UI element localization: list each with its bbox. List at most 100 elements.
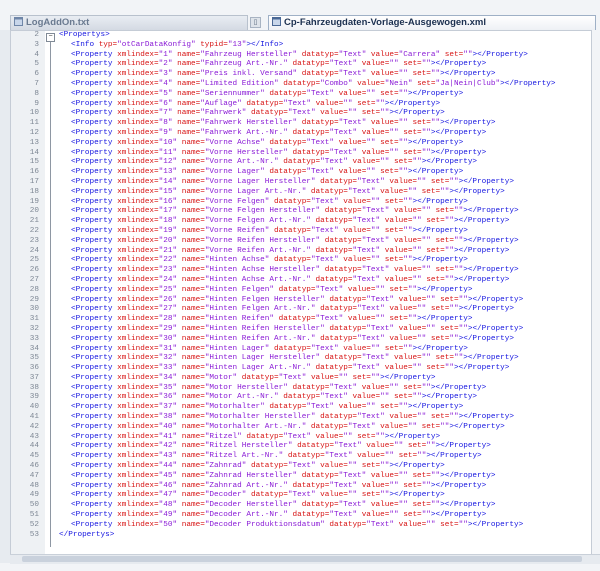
code-line[interactable]: 44 <Property xmlindex="42" name="Ritzel H… [11,442,591,452]
code-line[interactable]: 21 <Property xmlindex="18" name="Vorne Fe… [11,217,591,227]
tab-scroll-button[interactable]: ▯ [250,17,261,28]
xml-tag-token: <Property [71,246,118,255]
xml-attribute-token: set= [389,393,413,402]
code-line[interactable]: 46 <Property xmlindex="44" name="Zahnrad"… [11,462,591,472]
xml-tag-token: ></Property> [430,511,487,520]
xml-attribute-token: name= [177,158,205,167]
xml-attribute-token: value= [338,197,371,206]
xml-tag-token: <Property [71,403,118,412]
xml-value-token: "8" [158,119,173,128]
code-line[interactable]: 52 <Property xmlindex="50" name="Decoder … [11,521,591,531]
xml-attribute-token: value= [352,79,385,88]
line-number: 44 [29,442,39,451]
code-line[interactable]: 11 <Property xmlindex="8" name="Fahrwerk … [11,119,591,129]
code-line[interactable]: 40 <Property xmlindex="37" name="Motorhal… [11,403,591,413]
code-line[interactable]: 3 <Info typ="otCarDataKonfig" typid="13">… [11,41,591,51]
code-line[interactable]: 9 <Property xmlindex="6" name="Auflage" d… [11,100,591,110]
xml-value-token: "Hinten Reifen Art.-Nr." [204,334,316,343]
code-line[interactable]: 16 <Property xmlindex="13" name="Vorne La… [11,168,591,178]
horizontal-scrollbar[interactable] [10,554,600,564]
code-line[interactable]: 35 <Property xmlindex="32" name="Hinten L… [11,354,591,364]
xml-value-token: "Text" [306,89,335,98]
code-line[interactable]: 7 <Property xmlindex="4" name="Limited Ed… [11,80,591,90]
xml-value-token: "Hinten Felgen Hersteller" [204,295,325,304]
xml-value-token: "" [421,60,431,69]
xml-value-token: "47" [158,491,178,500]
code-line[interactable]: 38 <Property xmlindex="35" name="Motor He… [11,384,591,394]
code-line[interactable]: 43 <Property xmlindex="41" name="Ritzel" … [11,433,591,443]
xml-attribute-token: xmlindex= [117,266,159,275]
xml-attribute-token: value= [389,266,422,275]
code-line[interactable]: 42 <Property xmlindex="40" name="Motorhal… [11,423,591,433]
xml-attribute-token: datatyp= [278,393,321,402]
xml-tag-token: ></Property> [467,520,524,529]
code-line[interactable]: 12 <Property xmlindex="9" name="Fahrwerk … [11,129,591,139]
code-line[interactable]: 27 <Property xmlindex="24" name="Hinten A… [11,276,591,286]
code-line[interactable]: 10 <Property xmlindex="7" name="Fahrwerk"… [11,109,591,119]
xml-attribute-token: set= [380,256,404,265]
code-line[interactable]: 48 <Property xmlindex="46" name="Zahnrad … [11,482,591,492]
code-line[interactable]: 39 <Property xmlindex="36" name="Motor Ar… [11,393,591,403]
code-line[interactable]: 15 <Property xmlindex="12" name="Vorne Ar… [11,158,591,168]
code-line[interactable]: 30 <Property xmlindex="27" name="Hinten F… [11,305,591,315]
xml-attribute-token: xmlindex= [117,168,159,177]
code-line[interactable]: 49 <Property xmlindex="47" name="Decoder"… [11,491,591,501]
code-line[interactable]: 33 <Property xmlindex="30" name="Hinten R… [11,335,591,345]
code-line[interactable]: 17 <Property xmlindex="14" name="Vorne La… [11,178,591,188]
line-number: 19 [29,197,39,206]
code-text: <Property xmlindex="24" name="Hinten Ach… [71,276,509,286]
xml-attribute-token: xmlindex= [117,511,159,520]
tab-logaddon[interactable]: LogAddOn.txt [10,15,248,30]
xml-value-token: "Vorne Hersteller" [204,148,288,157]
line-number: 43 [29,432,39,441]
code-line[interactable]: 13 <Property xmlindex="10" name="Vorne Ac… [11,139,591,149]
code-line[interactable]: 25 <Property xmlindex="22" name="Hinten A… [11,256,591,266]
code-line[interactable]: 28 <Property xmlindex="25" name="Hinten F… [11,286,591,296]
code-line[interactable]: 5 <Property xmlindex="2" name="Fahrzeug A… [11,60,591,70]
code-line[interactable]: 19 <Property xmlindex="16" name="Vorne Fe… [11,198,591,208]
code-line[interactable]: 4 <Property xmlindex="1" name="Fahrzeug H… [11,51,591,61]
xml-attribute-token: name= [177,354,205,363]
scrollbar-thumb[interactable] [22,556,582,562]
code-line[interactable]: 8 <Property xmlindex="5" name="Seriennumm… [11,90,591,100]
code-line[interactable]: 24 <Property xmlindex="21" name="Vorne Re… [11,247,591,257]
xml-value-token: "Text" [357,413,385,422]
xml-tag-token: ></Property> [389,462,445,471]
code-line[interactable]: 6 <Property xmlindex="3" name="Preis inkl… [11,70,591,80]
line-number: 50 [29,501,39,510]
code-line[interactable]: 31 <Property xmlindex="28" name="Hinten R… [11,315,591,325]
code-line[interactable]: 32 <Property xmlindex="29" name="Hinten R… [11,325,591,335]
code-line[interactable]: 41 <Property xmlindex="38" name="Motorhal… [11,413,591,423]
xml-value-token: "" [407,187,418,196]
xml-attribute-token: xmlindex= [117,256,159,265]
code-line[interactable]: 53 </Propertys> [11,531,591,541]
xml-tag-token: <Property [71,315,118,324]
code-line[interactable]: 2 <Propertys> [11,31,591,41]
xml-value-token: "13" [158,168,178,177]
xml-tag-token: <Property [71,217,118,226]
code-line[interactable]: 23 <Property xmlindex="20" name="Vorne Re… [11,237,591,247]
code-line[interactable]: 22 <Property xmlindex="19" name="Vorne Re… [11,227,591,237]
code-line[interactable]: 37 <Property xmlindex="34" name="Motor" d… [11,374,591,384]
xml-value-token: "5" [158,89,173,98]
code-line[interactable]: 36 <Property xmlindex="33" name="Hinten L… [11,364,591,374]
code-line[interactable]: 45 <Property xmlindex="43" name="Ritzel A… [11,452,591,462]
code-line[interactable]: 29 <Property xmlindex="26" name="Hinten F… [11,296,591,306]
code-text: <Property xmlindex="45" name="Zahnrad He… [71,472,496,482]
code-line[interactable]: 20 <Property xmlindex="17" name="Vorne Fe… [11,207,591,217]
code-editor[interactable]: − 2 <Propertys> 3 <Info typ="otCarDataKonfi… [10,30,592,556]
code-line[interactable]: 26 <Property xmlindex="23" name="Hinten A… [11,266,591,276]
code-text: <Property xmlindex="20" name="Vorne Reif… [71,237,519,247]
code-line[interactable]: 18 <Property xmlindex="15" name="Vorne La… [11,188,591,198]
tab-cp-fahrzeugdaten[interactable]: Cp-Fahrzeugdaten-Vorlage-Ausgewogen.xml [268,15,596,30]
xml-tag-token: <Property [71,89,118,98]
line-number: 7 [34,79,39,88]
code-line[interactable]: 50 <Property xmlindex="48" name="Decoder … [11,501,591,511]
code-line[interactable]: 51 <Property xmlindex="49" name="Decoder … [11,511,591,521]
xml-value-token: "Vorne Art.-Nr." [204,158,279,167]
xml-value-token: "Vorne Achse" [204,138,265,147]
code-line[interactable]: 14 <Property xmlindex="11" name="Vorne He… [11,149,591,159]
line-number: 2 [34,31,39,39]
code-line[interactable]: 47 <Property xmlindex="45" name="Zahnrad … [11,472,591,482]
code-line[interactable]: 34 <Property xmlindex="31" name="Hinten L… [11,345,591,355]
